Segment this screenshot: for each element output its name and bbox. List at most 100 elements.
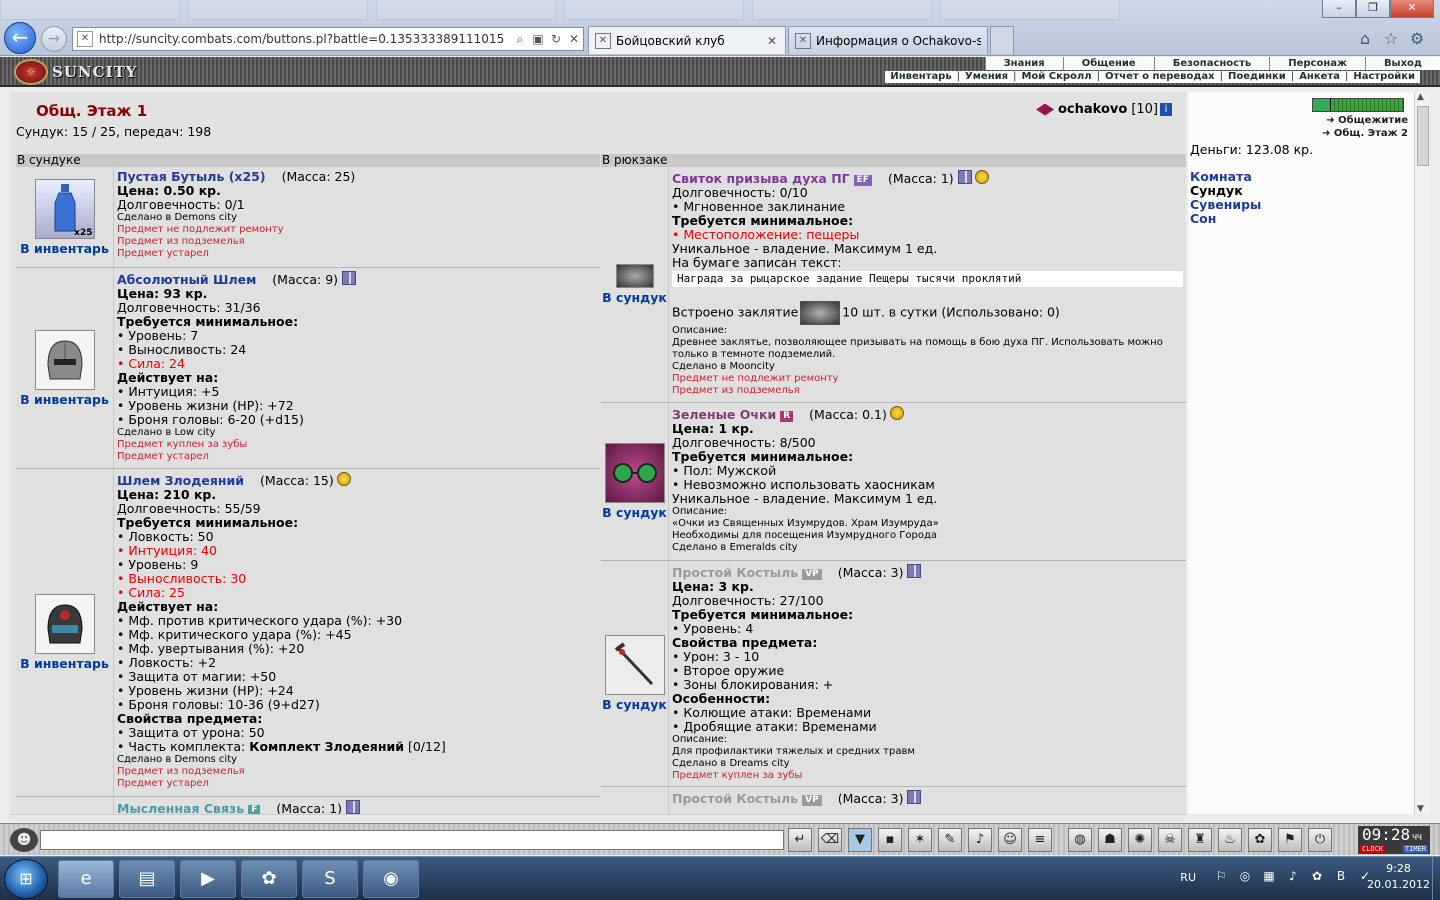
item-name-link[interactable]: Шлем Злодеяний bbox=[117, 473, 244, 488]
forward-button[interactable]: → bbox=[41, 26, 67, 52]
move-to-chest-link[interactable]: В сундук bbox=[602, 290, 667, 305]
link-souvenirs[interactable]: Сувениры bbox=[1190, 198, 1261, 212]
move-to-chest-link[interactable]: В сундук bbox=[602, 505, 667, 520]
bottle-tool-icon[interactable]: ◍ bbox=[1068, 828, 1092, 852]
filter-icon[interactable]: ▼ bbox=[848, 828, 872, 852]
flag-tray-icon[interactable]: ⚐ bbox=[1212, 869, 1230, 885]
save-icon[interactable]: ▪ bbox=[878, 828, 902, 852]
submenu-settings[interactable]: Настройки bbox=[1348, 71, 1420, 83]
vk-icon[interactable]: B bbox=[1332, 869, 1350, 885]
set-name[interactable]: Комплект Злодеяний bbox=[249, 739, 404, 754]
send-icon[interactable]: ↵ bbox=[788, 828, 812, 852]
skull-icon[interactable]: ☠ bbox=[1158, 828, 1182, 852]
show-desktop-button[interactable] bbox=[1432, 857, 1440, 900]
item-name-link[interactable]: Простой Костыль bbox=[672, 565, 798, 580]
mask-icon[interactable]: ☗ bbox=[1098, 828, 1122, 852]
menu-security[interactable]: Безопасность bbox=[1153, 57, 1270, 70]
submenu-profile[interactable]: Анкета bbox=[1294, 71, 1345, 83]
item-name-link[interactable]: Абсолютный Шлем bbox=[117, 272, 256, 287]
submenu-skills[interactable]: Умения bbox=[960, 71, 1013, 83]
submenu-scroll[interactable]: Мой Скролл bbox=[1016, 71, 1096, 83]
info-icon[interactable]: i bbox=[1160, 103, 1172, 116]
move-to-inventory-link[interactable]: В инвентарь bbox=[20, 656, 109, 671]
skype-icon[interactable]: S bbox=[302, 860, 358, 898]
move-to-inventory-link[interactable]: В инвентарь bbox=[20, 241, 109, 256]
clear-icon[interactable]: ⌫ bbox=[818, 828, 842, 852]
scroll-up-icon[interactable]: ▲ bbox=[1417, 92, 1424, 102]
description-text: Для профилактики тяжелых и средних травм bbox=[672, 746, 915, 757]
close-window-button[interactable]: ✕ bbox=[1390, 0, 1434, 18]
menu-exit[interactable]: Выход bbox=[1364, 57, 1440, 70]
minimize-button[interactable]: – bbox=[1322, 0, 1356, 18]
link-sleep[interactable]: Сон bbox=[1190, 212, 1261, 226]
spell-icon[interactable] bbox=[800, 301, 841, 325]
submenu-transfers[interactable]: Отчет о переводах bbox=[1100, 71, 1220, 83]
new-tab-button[interactable] bbox=[990, 26, 1014, 54]
armor-icon[interactable]: ♜ bbox=[1188, 828, 1212, 852]
requirements-title: Требуется минимальное: bbox=[117, 314, 299, 329]
ie-icon[interactable]: e bbox=[58, 860, 114, 898]
home-icon[interactable]: ⌂ bbox=[1352, 29, 1378, 48]
horizontal-scrollbar[interactable] bbox=[10, 814, 1186, 822]
property: • Второе оружие bbox=[672, 663, 785, 678]
taskbar-clock[interactable]: 9:28 20.01.2012 bbox=[1367, 861, 1430, 893]
chat-icon[interactable]: ☻ bbox=[10, 828, 38, 852]
icq-icon[interactable]: ✿ bbox=[241, 860, 297, 898]
location-link-floor2[interactable]: ➜ Общ. Этаж 2 bbox=[1322, 128, 1408, 139]
icq-tray-icon[interactable]: ✿ bbox=[1308, 869, 1326, 885]
menu-knowledge[interactable]: Знания bbox=[984, 57, 1063, 70]
exit-icon[interactable]: ⏻ bbox=[1308, 828, 1332, 852]
menu-communication[interactable]: Общение bbox=[1062, 57, 1154, 70]
flag-tool-icon[interactable]: ⚑ bbox=[1278, 828, 1302, 852]
address-bar[interactable]: ✕ http://suncity.combats.com/buttons.pl?… bbox=[72, 27, 584, 51]
tray-app-icon[interactable]: ◎ bbox=[1236, 869, 1254, 885]
link-room[interactable]: Комната bbox=[1190, 170, 1261, 184]
search-icon[interactable]: ⌕ bbox=[511, 32, 529, 47]
compat-icon[interactable]: ▣ bbox=[529, 32, 547, 46]
item-name-link[interactable]: Пустая Бутыль (x25) bbox=[117, 169, 266, 184]
smile-icon[interactable]: ☺ bbox=[998, 828, 1022, 852]
language-indicator[interactable]: RU bbox=[1180, 871, 1196, 884]
flower-icon[interactable]: ✿ bbox=[1248, 828, 1272, 852]
stop-icon[interactable]: ✕ bbox=[565, 32, 583, 46]
item-name-link[interactable]: Простой Костыль bbox=[672, 791, 798, 806]
move-to-chest-link[interactable]: В сундук bbox=[602, 697, 667, 712]
cake-icon[interactable]: ♨ bbox=[1218, 828, 1242, 852]
refresh-icon[interactable]: ↻ bbox=[547, 32, 565, 46]
tab-info[interactable]: ✕ Информация о Ochakovo-sm... bbox=[788, 26, 988, 54]
media-player-icon[interactable]: ▶ bbox=[180, 860, 236, 898]
scroll-down-icon[interactable]: ▼ bbox=[1417, 804, 1424, 814]
tab-close-icon[interactable]: ✕ bbox=[767, 34, 779, 48]
network-icon[interactable]: ▦ bbox=[1260, 869, 1278, 885]
chrome-icon[interactable]: ◉ bbox=[363, 860, 419, 898]
city-emblem-icon: ☼ bbox=[14, 59, 48, 85]
favorites-icon[interactable]: ☆ bbox=[1378, 29, 1404, 48]
vertical-scrollbar[interactable]: ▲ ▼ bbox=[1414, 92, 1430, 814]
item-name-link[interactable]: Зеленые Очки bbox=[672, 407, 776, 422]
sound-icon[interactable]: ♪ bbox=[968, 828, 992, 852]
move-to-inventory-link[interactable]: В инвентарь bbox=[20, 392, 109, 407]
gear-icon[interactable]: ⚙ bbox=[1404, 29, 1430, 48]
chat-input[interactable] bbox=[40, 830, 784, 850]
alignment-icon bbox=[1036, 103, 1054, 116]
tab-combats[interactable]: ✕ Бойцовский клуб ✕ bbox=[588, 26, 786, 54]
item-name-link[interactable]: Мысленная Связь bbox=[117, 801, 244, 815]
submenu-inventory[interactable]: Инвентарь bbox=[885, 71, 956, 83]
window-controls: – ❐ ✕ bbox=[1322, 0, 1434, 18]
back-button[interactable]: ← bbox=[4, 22, 36, 54]
start-button[interactable]: ⊞ bbox=[4, 859, 48, 899]
tool-icon[interactable]: ✎ bbox=[938, 828, 962, 852]
volume-icon[interactable]: ♪ bbox=[1284, 869, 1302, 885]
dance-icon[interactable]: ✶ bbox=[908, 828, 932, 852]
maximize-button[interactable]: ❐ bbox=[1356, 0, 1390, 18]
submenu-battles[interactable]: Поединки bbox=[1223, 71, 1291, 83]
rune-icon[interactable]: ✺ bbox=[1128, 828, 1152, 852]
scroll-thumb[interactable] bbox=[1417, 106, 1429, 166]
effect: • Ловкость: +2 bbox=[117, 655, 217, 670]
address-url[interactable]: http://suncity.combats.com/buttons.pl?ba… bbox=[99, 32, 511, 46]
explorer-icon[interactable]: ▤ bbox=[119, 860, 175, 898]
chat-log-icon[interactable]: ≡ bbox=[1028, 828, 1052, 852]
menu-character[interactable]: Персонаж bbox=[1269, 57, 1365, 70]
location-link-dorm[interactable]: ➜ Общежитие bbox=[1326, 115, 1408, 126]
item-name-link[interactable]: Свиток призыва духа ПГ bbox=[672, 171, 850, 186]
